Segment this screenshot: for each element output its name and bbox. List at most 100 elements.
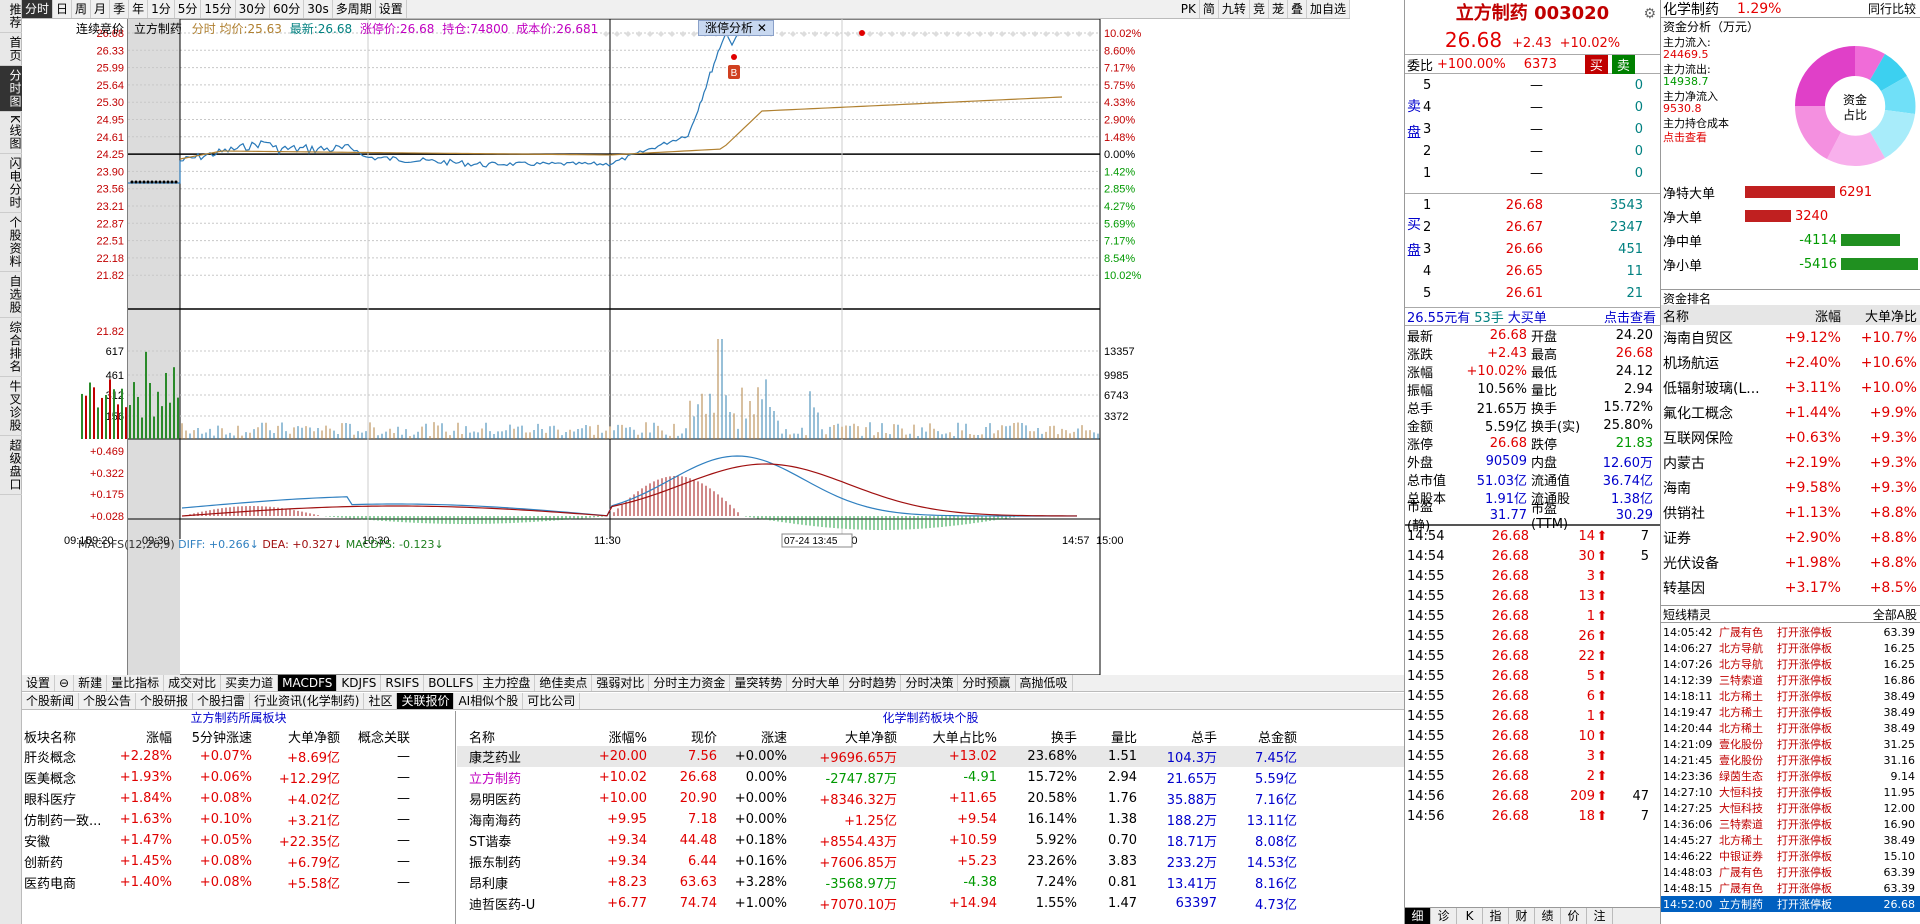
indicator-tab[interactable]: 分时趋势 <box>844 675 902 691</box>
indicator-tab[interactable]: 绝佳卖点 <box>535 675 593 691</box>
sector-col-header[interactable]: 大单净额 <box>252 727 340 746</box>
left-nav-4[interactable]: 闪电分时 <box>0 154 22 213</box>
toolbar-option[interactable]: PK <box>1178 0 1200 18</box>
left-nav-7[interactable]: 综合排名 <box>0 318 22 377</box>
book-row[interactable]: 2 — 0 <box>1423 140 1661 162</box>
left-nav-8[interactable]: 牛叉诊股 <box>0 377 22 436</box>
short-row[interactable]: 14:18:11 北方稀土 打开涨停板 38.49 <box>1661 688 1920 704</box>
stock-row[interactable]: 康芝药业 +20.00 7.56 +0.00% +9696.65万 +13.02 23.68… <box>457 746 1404 767</box>
info-tab[interactable]: 社区 <box>364 693 398 709</box>
period-tab[interactable]: 5分 <box>175 0 202 18</box>
indicator-tab[interactable]: 高抛低吸 <box>1016 675 1073 691</box>
stock-row[interactable]: 迪哲医药-U +6.77 74.74 +1.00% +7070.10万 +14.94 1.5… <box>457 893 1404 914</box>
book-row[interactable]: 4 26.65 11 <box>1423 260 1661 282</box>
short-row[interactable]: 14:27:25 大恒科技 打开涨停板 12.00 <box>1661 800 1920 816</box>
short-row[interactable]: 14:20:44 北方稀土 打开涨停板 38.49 <box>1661 720 1920 736</box>
period-tab[interactable]: 15分 <box>201 0 236 18</box>
quote-tab[interactable]: 指 <box>1483 908 1509 924</box>
left-nav-3[interactable]: K线图 <box>0 112 22 154</box>
close-icon[interactable]: ✕ <box>757 21 767 35</box>
stock-row[interactable]: 昂利康 +8.23 63.63 +3.28% -3568.97万 -4.38 7.24% 0.… <box>457 872 1404 893</box>
sector-name[interactable]: 化学制药 <box>1663 0 1719 19</box>
toolbar-option[interactable]: 竞 <box>1250 0 1269 18</box>
stock-col-header[interactable]: 总手 <box>1137 727 1217 746</box>
period-tab[interactable]: 年 <box>129 0 149 18</box>
stock-col-header[interactable]: 换手 <box>997 727 1077 746</box>
rank-row[interactable]: 供销社 +1.13% +8.8% <box>1661 500 1920 525</box>
quote-tab[interactable]: 细 <box>1405 908 1431 924</box>
left-nav-1[interactable]: 首页 <box>0 33 22 66</box>
book-row[interactable]: 3 26.66 451 <box>1423 238 1661 260</box>
info-tab[interactable]: 个股研报 <box>136 693 194 709</box>
info-tab[interactable]: 个股扫雷 <box>193 693 251 709</box>
short-row[interactable]: 14:27:10 大恒科技 打开涨停板 11.95 <box>1661 784 1920 800</box>
short-row[interactable]: 14:19:47 北方稀土 打开涨停板 38.49 <box>1661 704 1920 720</box>
stock-col-header[interactable]: 涨速 <box>717 727 787 746</box>
period-tab[interactable]: 季 <box>110 0 130 18</box>
indicator-tab[interactable]: 设置 <box>22 675 56 691</box>
indicator-tab[interactable]: KDJFS <box>337 675 382 691</box>
quote-tab[interactable]: 财 <box>1509 908 1535 924</box>
gear-icon[interactable]: ⚙ <box>1643 0 1656 28</box>
stock-col-header[interactable]: 量比 <box>1077 727 1137 746</box>
period-tab[interactable]: 30分 <box>236 0 270 18</box>
short-row[interactable]: 14:23:36 绿茵生态 打开涨停板 9.14 <box>1661 768 1920 784</box>
rank-row[interactable]: 内蒙古 +2.19% +9.3% <box>1661 450 1920 475</box>
stock-row[interactable]: 振东制药 +9.34 6.44 +0.16% +7606.85万 +5.23 23.26% 3… <box>457 851 1404 872</box>
toolbar-option[interactable]: 简 <box>1200 0 1219 18</box>
rank-row[interactable]: 转基因 +3.17% +8.5% <box>1661 575 1920 600</box>
rank-row[interactable]: 低辐射玻璃(L... +3.11% +10.0% <box>1661 375 1920 400</box>
short-row[interactable]: 14:07:26 北方导航 打开涨停板 16.25 <box>1661 656 1920 672</box>
sector-col-header[interactable]: 涨幅 <box>112 727 172 746</box>
toolbar-option[interactable]: 九转 <box>1219 0 1250 18</box>
short-row[interactable]: 14:21:45 壹化股份 打开涨停板 31.16 <box>1661 752 1920 768</box>
indicator-tab[interactable]: 成交对比 <box>164 675 222 691</box>
quote-tab[interactable]: 价 <box>1561 908 1587 924</box>
indicator-tab[interactable]: RSIFS <box>381 675 425 691</box>
period-tab[interactable]: 月 <box>91 0 111 18</box>
short-filter[interactable]: 全部A股 <box>1873 606 1917 623</box>
intraday-chart[interactable]: 26.68 10.02% 26.33 8.60% 25.99 7.17% 25.64 5.75… <box>22 19 1352 675</box>
info-tab[interactable]: 个股公告 <box>79 693 137 709</box>
sector-row[interactable]: 眼科医疗 +1.84% +0.08% +4.02亿 — <box>22 788 455 809</box>
period-tab[interactable]: 分时 <box>22 0 54 18</box>
stock-row[interactable]: ST谐泰 +9.34 44.48 +0.18% +8554.43万 +10.59 5.92%… <box>457 830 1404 851</box>
sector-col-header[interactable]: 概念关联 <box>340 727 410 746</box>
short-row[interactable]: 14:12:39 三特索道 打开涨停板 16.86 <box>1661 672 1920 688</box>
stock-row[interactable]: 立方制药 +10.02 26.68 0.00% -2747.87万 -4.91 15.72%… <box>457 767 1404 788</box>
period-tab[interactable]: 1分 <box>148 0 175 18</box>
stock-col-header[interactable]: 总金额 <box>1217 727 1297 746</box>
short-row[interactable]: 14:36:06 三特索道 打开涨停板 16.90 <box>1661 816 1920 832</box>
short-row[interactable]: 14:06:27 北方导航 打开涨停板 16.25 <box>1661 640 1920 656</box>
left-nav-9[interactable]: 超级盘口 <box>0 436 22 495</box>
toolbar-option[interactable]: 加自选 <box>1307 0 1350 18</box>
short-row[interactable]: 14:48:15 广晟有色 打开涨停板 63.39 <box>1661 880 1920 896</box>
book-row[interactable]: 4 — 0 <box>1423 96 1661 118</box>
book-row[interactable]: 1 26.68 3543 <box>1423 194 1661 216</box>
sector-row[interactable]: 医药电商 +1.40% +0.08% +5.58亿 — <box>22 872 455 893</box>
indicator-tab[interactable]: 分时主力资金 <box>649 675 731 691</box>
peer-compare-link[interactable]: 同行比较 <box>1868 0 1916 17</box>
sector-row[interactable]: 仿制药一致... +1.63% +0.10% +3.21亿 — <box>22 809 455 830</box>
rank-col-header[interactable]: 大单净比 <box>1841 306 1917 325</box>
rank-row[interactable]: 机场航运 +2.40% +10.6% <box>1661 350 1920 375</box>
period-tab[interactable]: 30s <box>304 0 333 18</box>
info-tab[interactable]: 可比公司 <box>523 693 581 709</box>
short-row[interactable]: 14:46:22 中银证券 打开涨停板 15.10 <box>1661 848 1920 864</box>
stock-row[interactable]: 海南海药 +9.95 7.18 +0.00% +1.25亿 +9.54 16.14% 1.38… <box>457 809 1404 830</box>
rank-col-header[interactable]: 涨幅 <box>1771 306 1841 325</box>
buy-button[interactable]: 买 <box>1584 54 1608 74</box>
short-row[interactable]: 14:52:00 立方制药 打开涨停板 26.68 <box>1661 896 1920 912</box>
indicator-tab[interactable]: 量比指标 <box>107 675 165 691</box>
sector-row[interactable]: 肝炎概念 +2.28% +0.07% +8.69亿 — <box>22 746 455 767</box>
sector-row[interactable]: 医美概念 +1.93% +0.06% +12.29亿 — <box>22 767 455 788</box>
rank-row[interactable]: 海南 +9.58% +9.3% <box>1661 475 1920 500</box>
indicator-tab[interactable]: 强弱对比 <box>592 675 650 691</box>
quote-tab[interactable]: 诊 <box>1431 908 1457 924</box>
limit-analysis-button[interactable]: 涨停分析 ✕ <box>698 20 774 36</box>
period-tab[interactable]: 设置 <box>376 0 407 18</box>
left-nav-5[interactable]: 个股资料 <box>0 213 22 272</box>
left-nav-6[interactable]: 自选股 <box>0 272 22 318</box>
book-row[interactable]: 2 26.67 2347 <box>1423 216 1661 238</box>
stock-col-header[interactable]: 大单占比% <box>897 727 997 746</box>
